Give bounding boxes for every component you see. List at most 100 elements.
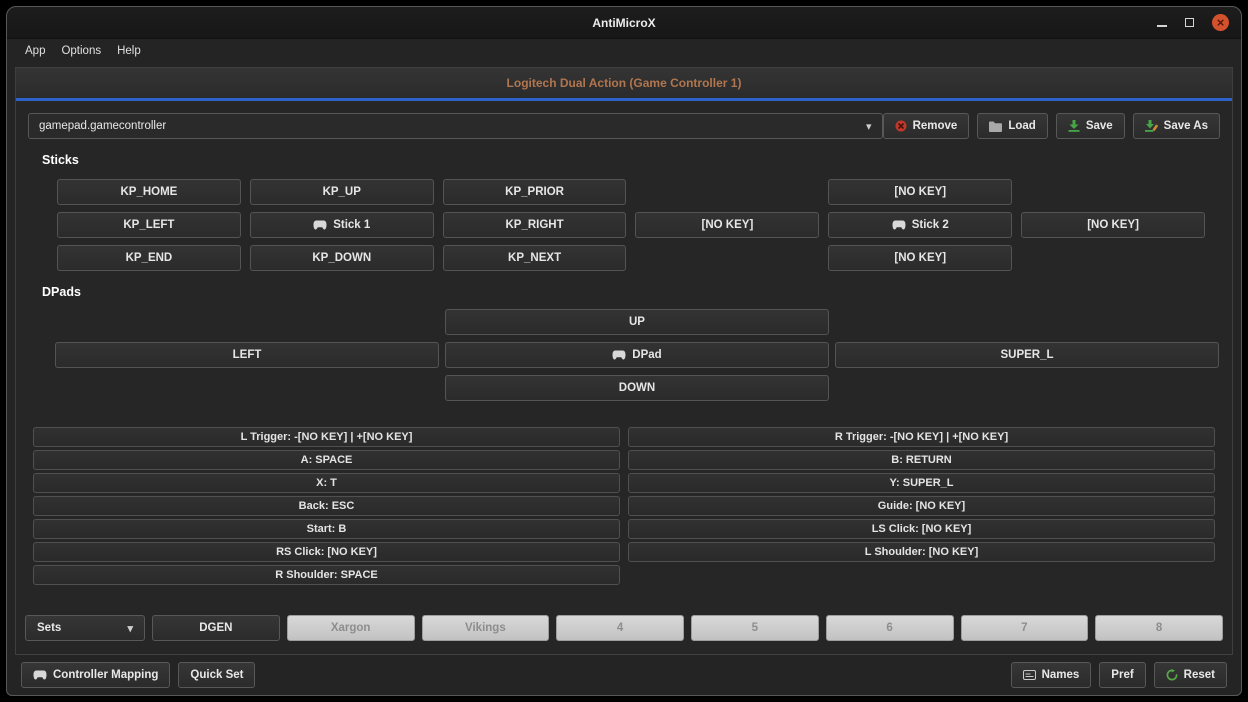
set-tab-6[interactable]: 6 [826, 615, 954, 641]
window-title: AntiMicroX [592, 16, 655, 30]
sets-row: Sets ▾ DGEN Xargon Vikings 4 5 6 7 8 [25, 615, 1223, 641]
save-button[interactable]: Save [1056, 113, 1125, 139]
load-button[interactable]: Load [977, 113, 1047, 139]
menu-options[interactable]: Options [53, 42, 109, 60]
grid-spacer [628, 565, 1215, 585]
stick-button-kp-right[interactable]: KP_RIGHT [443, 212, 627, 238]
y-button[interactable]: Y: SUPER_L [628, 473, 1215, 493]
set-tab-3[interactable]: Vikings [422, 615, 550, 641]
rs-click-button[interactable]: RS Click: [NO KEY] [33, 542, 620, 562]
controller-mapping-button[interactable]: Controller Mapping [21, 662, 170, 688]
r-trigger-button[interactable]: R Trigger: -[NO KEY] | +[NO KEY] [628, 427, 1215, 447]
set-tab-2[interactable]: Xargon [287, 615, 415, 641]
r-shoulder-button[interactable]: R Shoulder: SPACE [33, 565, 620, 585]
controller-pane: Logitech Dual Action (Game Controller 1)… [15, 67, 1233, 655]
a-button[interactable]: A: SPACE [33, 450, 620, 470]
set-tab-1[interactable]: DGEN [152, 615, 280, 641]
profile-row: gamepad.gamecontroller ▾ Remove Load Sav… [16, 101, 1232, 139]
remove-icon [895, 120, 907, 132]
gamepad-icon [612, 350, 626, 360]
l-trigger-button[interactable]: L Trigger: -[NO KEY] | +[NO KEY] [33, 427, 620, 447]
stick2-up-button[interactable]: [NO KEY] [828, 179, 1012, 205]
stick-button-kp-prior[interactable]: KP_PRIOR [443, 179, 627, 205]
start-button[interactable]: Start: B [33, 519, 620, 539]
set-tab-4[interactable]: 4 [556, 615, 684, 641]
button-mapping-list: L Trigger: -[NO KEY] | +[NO KEY] R Trigg… [33, 427, 1215, 585]
remove-button[interactable]: Remove [883, 113, 970, 139]
maximize-button[interactable] [1185, 14, 1194, 32]
set-tab-5[interactable]: 5 [691, 615, 819, 641]
reset-icon [1166, 669, 1178, 681]
grid-spacer [55, 309, 439, 335]
gamepad-icon [313, 220, 327, 230]
set-tab-7[interactable]: 7 [961, 615, 1089, 641]
dpads-heading: DPads [42, 285, 1232, 299]
grid-spacer [635, 179, 819, 205]
x-button[interactable]: X: T [33, 473, 620, 493]
save-as-icon [1145, 120, 1158, 132]
dpad-center-button[interactable]: DPad [445, 342, 829, 368]
load-button-label: Load [1008, 120, 1035, 132]
grid-spacer [55, 375, 439, 401]
stick1-extra-button[interactable]: [NO KEY] [635, 212, 819, 238]
title-bar: AntiMicroX × [7, 7, 1241, 39]
stick1-button[interactable]: Stick 1 [250, 212, 434, 238]
footer-bar: Controller Mapping Quick Set Names Pref … [21, 662, 1227, 688]
ls-click-button[interactable]: LS Click: [NO KEY] [628, 519, 1215, 539]
controller-tab[interactable]: Logitech Dual Action (Game Controller 1) [16, 68, 1232, 101]
stick2-button-label: Stick 2 [912, 219, 949, 231]
save-as-button[interactable]: Save As [1133, 113, 1220, 139]
close-icon: × [1217, 15, 1225, 30]
b-button[interactable]: B: RETURN [628, 450, 1215, 470]
names-button[interactable]: Names [1011, 662, 1092, 688]
stick1-button-label: Stick 1 [333, 219, 370, 231]
dpad-left-button[interactable]: LEFT [55, 342, 439, 368]
close-button[interactable]: × [1212, 14, 1229, 31]
save-icon [1068, 120, 1080, 132]
menu-help[interactable]: Help [109, 42, 149, 60]
stick-button-kp-down[interactable]: KP_DOWN [250, 245, 434, 271]
back-button[interactable]: Back: ESC [33, 496, 620, 516]
chevron-down-icon: ▾ [127, 622, 133, 635]
footer-right-group: Names Pref Reset [1011, 662, 1227, 688]
dpad-down-button[interactable]: DOWN [445, 375, 829, 401]
stick2-down-button[interactable]: [NO KEY] [828, 245, 1012, 271]
menu-bar: App Options Help [7, 39, 1241, 63]
names-button-label: Names [1042, 669, 1080, 681]
dpad-center-button-label: DPad [632, 349, 661, 361]
l-shoulder-button[interactable]: L Shoulder: [NO KEY] [628, 542, 1215, 562]
controller-tab-title: Logitech Dual Action (Game Controller 1) [507, 76, 742, 90]
app-window: AntiMicroX × App Options Help Logitech D… [6, 6, 1242, 696]
grid-spacer [1021, 179, 1205, 205]
save-as-button-label: Save As [1164, 120, 1208, 132]
stick2-extra-button[interactable]: [NO KEY] [1021, 212, 1205, 238]
guide-button[interactable]: Guide: [NO KEY] [628, 496, 1215, 516]
minimize-icon [1157, 25, 1167, 27]
sticks-heading: Sticks [42, 153, 1232, 167]
dpad-right-button[interactable]: SUPER_L [835, 342, 1219, 368]
maximize-icon [1185, 18, 1194, 27]
stick2-button[interactable]: Stick 2 [828, 212, 1012, 238]
stick-button-kp-up[interactable]: KP_UP [250, 179, 434, 205]
profile-combobox[interactable]: gamepad.gamecontroller ▾ [28, 113, 883, 139]
save-button-label: Save [1086, 120, 1113, 132]
quick-set-button[interactable]: Quick Set [178, 662, 255, 688]
remove-button-label: Remove [913, 120, 958, 132]
menu-app[interactable]: App [17, 42, 53, 60]
stick-button-kp-end[interactable]: KP_END [57, 245, 241, 271]
set-tab-8[interactable]: 8 [1095, 615, 1223, 641]
dpad-up-button[interactable]: UP [445, 309, 829, 335]
reset-button-label: Reset [1184, 669, 1215, 681]
stick-button-kp-left[interactable]: KP_LEFT [57, 212, 241, 238]
grid-spacer [1021, 245, 1205, 271]
names-icon [1023, 670, 1036, 680]
stick-button-kp-home[interactable]: KP_HOME [57, 179, 241, 205]
pref-button[interactable]: Pref [1099, 662, 1145, 688]
minimize-button[interactable] [1157, 14, 1167, 32]
sets-dropdown[interactable]: Sets ▾ [25, 615, 145, 641]
load-icon [989, 121, 1002, 132]
stick-button-kp-next[interactable]: KP_NEXT [443, 245, 627, 271]
sets-dropdown-label: Sets [37, 622, 61, 634]
window-controls: × [1157, 7, 1229, 38]
reset-button[interactable]: Reset [1154, 662, 1227, 688]
